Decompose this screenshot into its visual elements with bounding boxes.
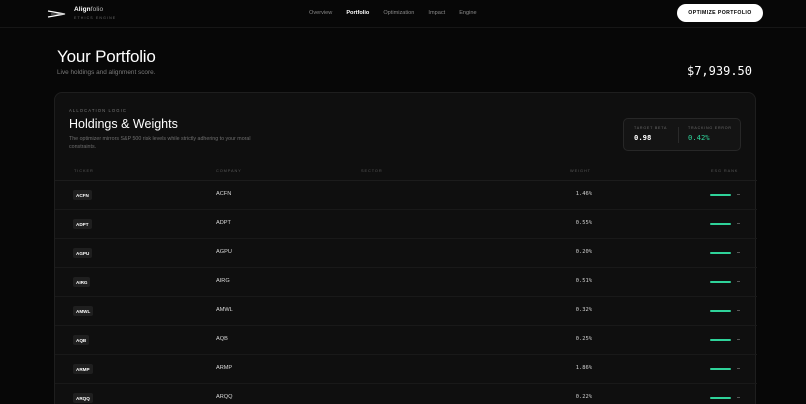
target-beta-value: 0.98	[634, 133, 652, 142]
ticker-badge: ADPT	[73, 219, 92, 229]
column-header-weight[interactable]: WEIGHT	[570, 168, 591, 173]
nav-link-impact[interactable]: Impact	[428, 10, 445, 16]
brand-tagline: ETHICS ENGINE	[74, 15, 117, 20]
esg-rank-bar	[710, 252, 740, 255]
company-name: AMWL	[216, 307, 233, 313]
card-title: Holdings & Weights	[69, 117, 178, 131]
esg-rank-bar	[710, 397, 740, 400]
esg-rank-track	[737, 281, 740, 282]
weight-value: 0.20%	[575, 249, 592, 255]
esg-rank-track	[737, 397, 740, 398]
company-name: ARQQ	[216, 394, 233, 400]
weight-value: 0.32%	[575, 307, 592, 313]
page-title: Your Portfolio	[57, 47, 156, 66]
brand-logo[interactable]: Alignfolio ETHICS ENGINE	[47, 6, 117, 20]
company-name: AGPU	[216, 249, 232, 255]
ticker-badge: ARMP	[73, 364, 93, 374]
esg-rank-track	[737, 194, 740, 195]
column-header-esg-rank[interactable]: ESG RANK	[711, 168, 738, 173]
column-header-sector[interactable]: SECTOR	[361, 168, 383, 173]
table-header: TICKER COMPANY SECTOR WEIGHT ESG RANK	[55, 165, 757, 181]
table-row[interactable]: ARQQ ARQQ 0.22%	[55, 384, 757, 404]
ticker-badge: AMWL	[73, 306, 94, 316]
table-row[interactable]: AIRG AIRG 0.51%	[55, 268, 757, 297]
target-beta-label: TARGET BETA	[634, 126, 668, 130]
table-row[interactable]: ADPT ADPT 0.55%	[55, 210, 757, 239]
weight-value: 0.25%	[575, 336, 592, 342]
optimize-portfolio-button[interactable]: OPTIMIZE PORTFOLIO	[677, 4, 763, 22]
logo-mark-icon	[47, 9, 66, 18]
esg-rank-track	[737, 310, 740, 311]
esg-rank-fill	[710, 397, 731, 399]
weight-value: 1.86%	[575, 365, 592, 371]
nav-link-optimization[interactable]: Optimization	[383, 10, 414, 16]
card-eyebrow: ALLOCATION LOGIC	[69, 108, 128, 113]
esg-rank-fill	[710, 339, 731, 341]
esg-rank-fill	[710, 281, 731, 283]
ticker-badge: ACFN	[73, 190, 92, 200]
tracking-error-stat: TRACKING ERROR 0.42%	[688, 126, 732, 142]
company-name: AQB	[216, 336, 228, 342]
company-name: ADPT	[216, 220, 231, 226]
esg-rank-bar	[710, 194, 740, 197]
esg-rank-fill	[710, 223, 731, 225]
esg-rank-track	[737, 339, 740, 340]
risk-stats-panel: TARGET BETA 0.98 TRACKING ERROR 0.42%	[623, 118, 741, 151]
table-row[interactable]: ACFN ACFN 1.46%	[55, 181, 757, 210]
stats-divider	[678, 127, 679, 143]
page-subtitle: Live holdings and alignment score.	[57, 69, 156, 76]
nav-link-overview[interactable]: Overview	[309, 10, 332, 16]
top-nav: Alignfolio ETHICS ENGINE Overview Portfo…	[0, 0, 806, 28]
tracking-error-value: 0.42%	[688, 133, 710, 142]
weight-value: 1.46%	[575, 191, 592, 197]
weight-value: 0.55%	[575, 220, 592, 226]
nav-links: Overview Portfolio Optimization Impact E…	[309, 10, 491, 16]
esg-rank-bar	[710, 281, 740, 284]
nav-link-engine[interactable]: Engine	[459, 10, 476, 16]
table-row[interactable]: ARMP ARMP 1.86%	[55, 355, 757, 384]
nav-link-portfolio[interactable]: Portfolio	[346, 10, 369, 16]
company-name: ACFN	[216, 191, 232, 197]
esg-rank-fill	[710, 368, 731, 370]
ticker-badge: ARQQ	[73, 393, 93, 403]
weight-value: 0.22%	[575, 394, 592, 400]
company-name: ARMP	[216, 365, 233, 371]
esg-rank-track	[737, 252, 740, 253]
card-description: The optimizer mirrors S&P 500 risk level…	[69, 136, 251, 150]
esg-rank-fill	[710, 194, 731, 196]
table-row[interactable]: AMWL AMWL 0.32%	[55, 297, 757, 326]
table-row[interactable]: AGPU AGPU 0.20%	[55, 239, 757, 268]
brand-name: Alignfolio	[74, 6, 104, 13]
esg-rank-fill	[710, 252, 731, 254]
ticker-badge: AQB	[73, 335, 90, 345]
esg-rank-bar	[710, 339, 740, 342]
esg-rank-bar	[710, 368, 740, 371]
esg-rank-track	[737, 368, 740, 369]
esg-rank-fill	[710, 310, 731, 312]
weight-value: 0.51%	[575, 278, 592, 284]
holdings-card: ALLOCATION LOGIC Holdings & Weights The …	[54, 92, 757, 404]
company-name: AIRG	[216, 278, 230, 284]
esg-rank-bar	[710, 310, 740, 313]
ticker-badge: AIRG	[73, 277, 91, 287]
column-header-company[interactable]: COMPANY	[216, 168, 242, 173]
esg-rank-track	[737, 223, 740, 224]
esg-rank-bar	[710, 223, 740, 226]
ticker-badge: AGPU	[73, 248, 93, 258]
column-header-ticker[interactable]: TICKER	[74, 168, 94, 173]
target-beta-stat: TARGET BETA 0.98	[634, 126, 667, 142]
portfolio-total-value: $7,939.50	[686, 64, 752, 78]
tracking-error-label: TRACKING ERROR	[688, 126, 732, 130]
table-row[interactable]: AQB AQB 0.25%	[55, 326, 757, 355]
